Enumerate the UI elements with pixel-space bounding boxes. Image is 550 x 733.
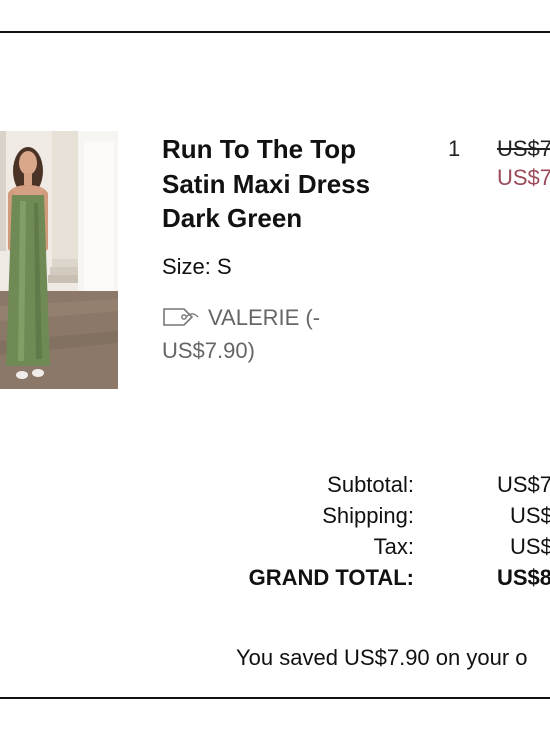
- order-totals: Subtotal: US$7 Shipping: US$ Tax: US$ GR…: [0, 469, 550, 593]
- tax-label: Tax:: [373, 534, 414, 559]
- tax-value: US$: [510, 534, 550, 559]
- item-quantity: 1: [448, 136, 461, 161]
- product-size: Size: S: [162, 253, 232, 279]
- subtotal-value: US$7: [497, 472, 550, 497]
- grand-total-label: GRAND TOTAL:: [248, 565, 414, 590]
- original-price: US$7: [497, 136, 550, 161]
- bottom-divider: [0, 697, 550, 699]
- tax-row: Tax: US$: [0, 531, 550, 562]
- grand-total-value: US$8: [497, 565, 550, 590]
- cart-item-details: Run To The Top Satin Maxi Dress Dark Gre…: [162, 132, 412, 367]
- savings-message: You saved US$7.90 on your o: [236, 645, 528, 670]
- product-image[interactable]: [0, 131, 118, 389]
- top-divider: [0, 31, 550, 33]
- tag-icon: [163, 307, 199, 326]
- subtotal-label: Subtotal:: [327, 472, 414, 497]
- shipping-label: Shipping:: [322, 503, 414, 528]
- sale-price: US$7: [497, 165, 550, 190]
- grand-total-row: GRAND TOTAL: US$8: [0, 562, 550, 593]
- discount-code: VALERIE (- US$7.90): [162, 301, 362, 367]
- shipping-value: US$: [510, 503, 550, 528]
- subtotal-row: Subtotal: US$7: [0, 469, 550, 500]
- product-title[interactable]: Run To The Top Satin Maxi Dress Dark Gre…: [162, 132, 412, 236]
- shipping-row: Shipping: US$: [0, 500, 550, 531]
